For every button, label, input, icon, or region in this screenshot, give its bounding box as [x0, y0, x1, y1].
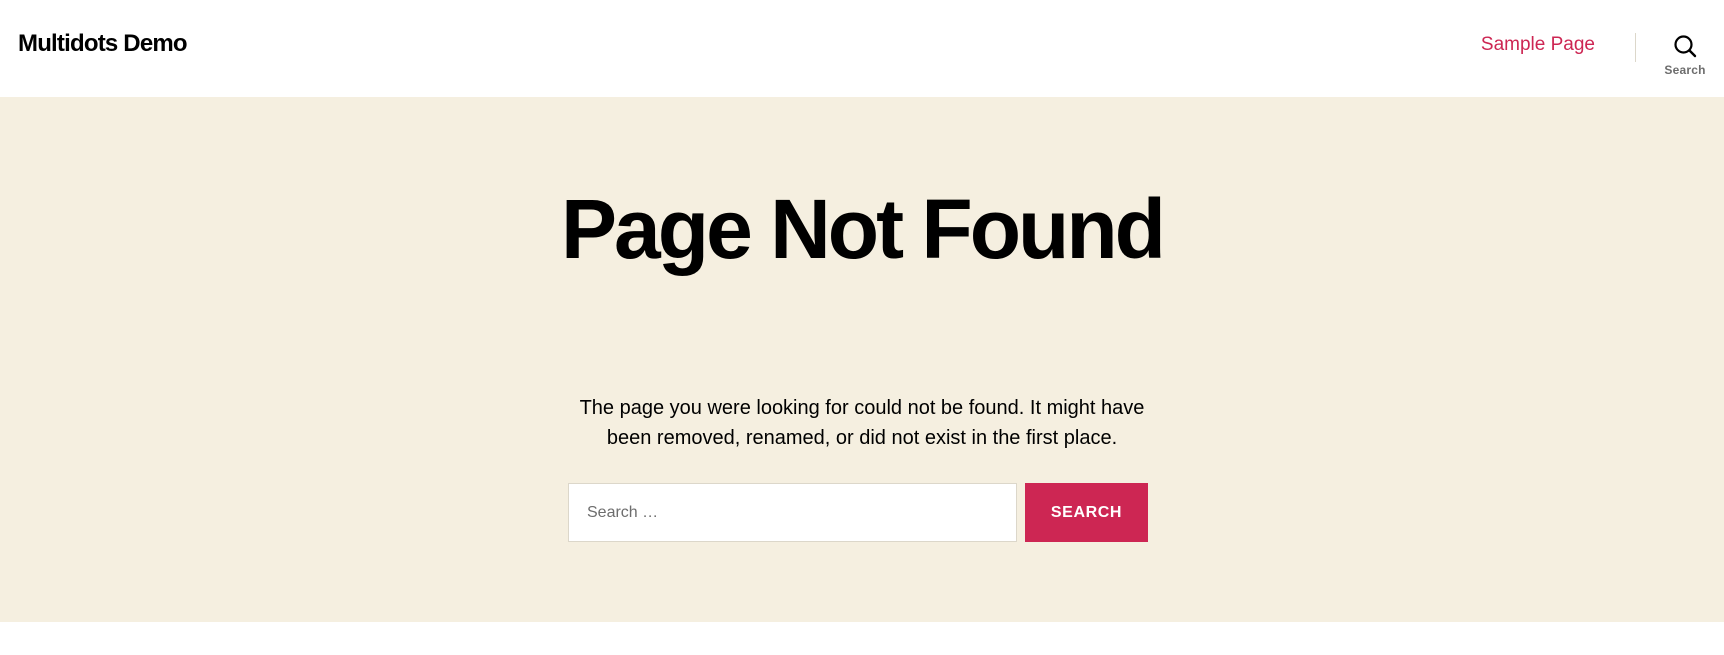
page-title-text: Page Not Found [561, 182, 1166, 276]
nav-link-sample-page[interactable]: Sample Page [1481, 34, 1595, 56]
header-divider [1635, 33, 1636, 62]
page-title: Page Not Found [0, 181, 1724, 277]
search-form: SEARCH [568, 483, 1148, 542]
search-input[interactable] [568, 483, 1017, 542]
search-toggle-label: Search [1664, 63, 1706, 77]
search-icon [1674, 35, 1697, 58]
error-message: The page you were looking for could not … [579, 397, 1145, 449]
error-hero-section: Page Not Found The page you were looking… [0, 97, 1724, 622]
search-toggle-button[interactable]: Search [1654, 34, 1716, 82]
site-title-link[interactable]: Multidots Demo [18, 30, 188, 58]
search-submit-button[interactable]: SEARCH [1025, 483, 1148, 542]
site-header: Multidots Demo Sample Page Search [0, 0, 1724, 97]
